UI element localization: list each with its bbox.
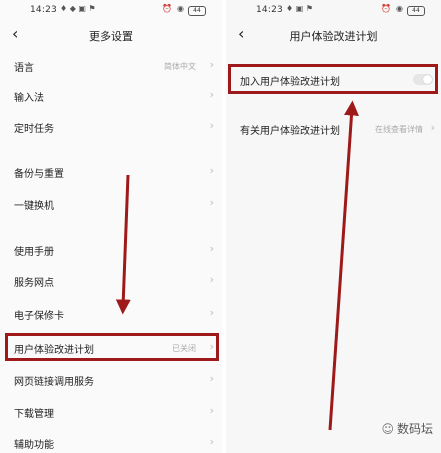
item-label: 备份与重置 bbox=[14, 169, 64, 180]
user-experience-program-screen: 14:23 ♦ ▣ ⚑ ◉ ⏰ 44 ‹ 用户体验改进计划 加入用户体验改进计划… bbox=[226, 0, 441, 453]
view-details-link[interactable]: 在线查看详情 bbox=[375, 124, 423, 135]
page-title: 更多设置 bbox=[89, 30, 133, 43]
chevron-right-icon: › bbox=[430, 121, 435, 134]
more-settings-screen: 14:23 ♦ ◆ ▣ ⚑ ◉ ⏰ 44 ‹ 更多设置 语言 简体中文 › 输入… bbox=[0, 0, 222, 453]
settings-header: ‹ 更多设置 bbox=[0, 22, 222, 48]
settings-item-phone-clone[interactable]: 一键换机 › bbox=[0, 192, 222, 216]
watermark: ☺ 数码坛 bbox=[381, 420, 433, 437]
chevron-right-icon: › bbox=[209, 306, 214, 319]
page-title: 用户体验改进计划 bbox=[289, 30, 378, 43]
chevron-right-icon: › bbox=[209, 196, 214, 209]
chevron-right-icon: › bbox=[209, 273, 214, 286]
battery-icon: 44 bbox=[188, 6, 206, 16]
item-label: 定时任务 bbox=[14, 124, 54, 135]
settings-item-scheduled-tasks[interactable]: 定时任务 › bbox=[0, 115, 222, 139]
watermark-text: 数码坛 bbox=[396, 422, 433, 436]
status-time: 14:23 bbox=[30, 5, 57, 15]
item-label: 语言 bbox=[14, 63, 34, 74]
chevron-right-icon: › bbox=[209, 242, 214, 255]
item-label: 服务网点 bbox=[14, 278, 54, 289]
alarm-icon: ⏰ bbox=[381, 4, 391, 13]
settings-item-download-manager[interactable]: 下载管理 › bbox=[0, 400, 222, 424]
about-program-label: 有关用户体验改进计划 bbox=[240, 126, 340, 137]
item-label: 辅助功能 bbox=[14, 440, 54, 451]
settings-item-accessibility[interactable]: 辅助功能 › bbox=[0, 431, 222, 453]
highlight-box bbox=[5, 333, 219, 361]
item-label: 下载管理 bbox=[14, 409, 54, 420]
settings-item-language[interactable]: 语言 简体中文 › bbox=[0, 54, 222, 78]
settings-item-input-method[interactable]: 输入法 › bbox=[0, 84, 222, 108]
chevron-right-icon: › bbox=[209, 164, 214, 177]
chevron-right-icon: › bbox=[209, 58, 214, 71]
wifi-icon: ◉ bbox=[396, 4, 403, 13]
about-program-row[interactable]: 有关用户体验改进计划 在线查看详情 › bbox=[226, 117, 441, 141]
item-label: 电子保修卡 bbox=[14, 311, 64, 322]
settings-item-e-warranty[interactable]: 电子保修卡 › bbox=[0, 302, 222, 326]
settings-item-backup-reset[interactable]: 备份与重置 › bbox=[0, 160, 222, 184]
item-label: 一键换机 bbox=[14, 201, 54, 212]
settings-item-user-manual[interactable]: 使用手册 › bbox=[0, 238, 222, 262]
chevron-right-icon: › bbox=[209, 404, 214, 417]
status-bar: 14:23 ♦ ▣ ⚑ ◉ ⏰ 44 bbox=[226, 0, 441, 20]
wifi-icon: ◉ bbox=[177, 4, 184, 13]
chevron-right-icon: › bbox=[209, 372, 214, 385]
status-bar: 14:23 ♦ ◆ ▣ ⚑ ◉ ⏰ 44 bbox=[0, 0, 222, 20]
chevron-right-icon: › bbox=[209, 119, 214, 132]
notification-icon: ♦ ▣ ⚑ bbox=[286, 4, 313, 13]
status-time: 14:23 bbox=[256, 5, 283, 15]
chevron-right-icon: › bbox=[209, 435, 214, 448]
program-header: ‹ 用户体验改进计划 bbox=[226, 22, 441, 48]
battery-icon: 44 bbox=[407, 6, 425, 16]
item-label: 网页链接调用服务 bbox=[14, 377, 94, 388]
item-label: 输入法 bbox=[14, 93, 44, 104]
alarm-icon: ⏰ bbox=[162, 4, 172, 13]
item-label: 使用手册 bbox=[14, 247, 54, 258]
wechat-icon: ☺ bbox=[381, 422, 394, 436]
settings-item-service-centers[interactable]: 服务网点 › bbox=[0, 269, 222, 293]
notification-icon: ♦ ◆ ▣ ⚑ bbox=[60, 4, 96, 13]
item-value: 简体中文 bbox=[164, 62, 196, 71]
chevron-right-icon: › bbox=[209, 88, 214, 101]
highlight-box bbox=[228, 64, 438, 94]
settings-item-web-link-service[interactable]: 网页链接调用服务 › bbox=[0, 368, 222, 392]
